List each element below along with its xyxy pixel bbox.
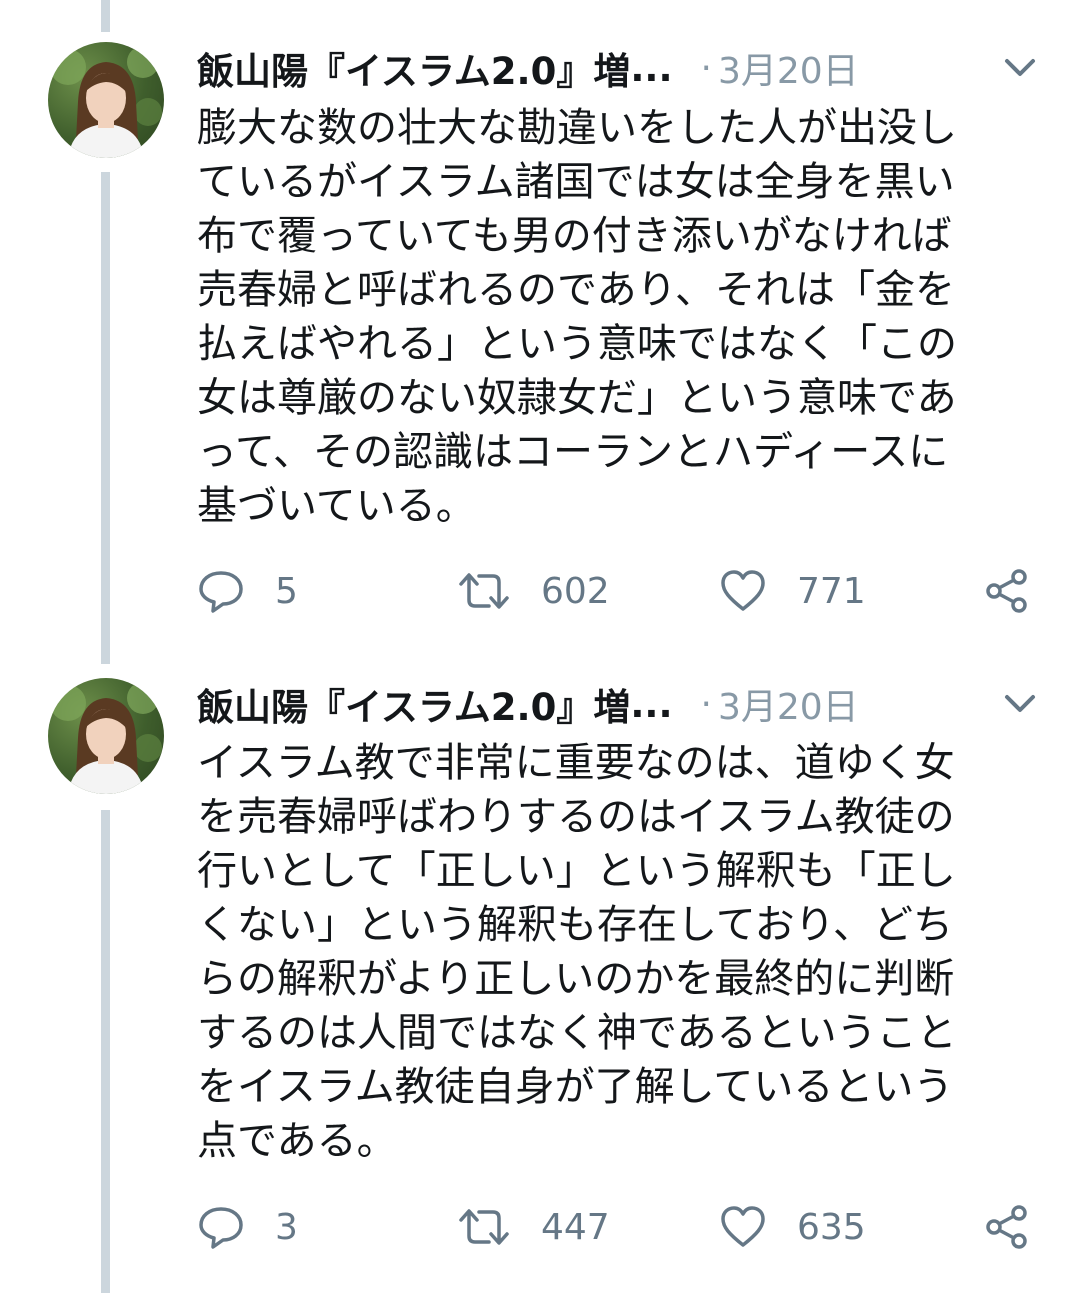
tweet[interactable]: 飯山陽『イスラム2.0』増 ... · 3月20日 膨大な数の壮大な勘違いをした… [0, 0, 1080, 660]
avatar[interactable] [48, 42, 164, 158]
display-name[interactable]: 飯山陽『イスラム2.0』増 [197, 677, 630, 731]
retweet-icon [459, 1209, 509, 1245]
chevron-down-icon[interactable] [1000, 688, 1040, 720]
tweet-text-line: 点である。 [197, 1118, 397, 1164]
tweet-text: イスラム教で非常に重要なのは、道ゆく女 を売春婦呼ばわりするのはイスラム教徒の … [197, 736, 997, 1168]
timestamp[interactable]: 3月20日 [718, 42, 859, 94]
like-count: 635 [797, 1206, 866, 1248]
retweet-icon [459, 573, 509, 609]
tweet-text-line: 行いとして「正しい」という解釈も「正し [197, 848, 956, 894]
tweet-text: 膨大な数の壮大な勘違いをした人が出没し ているがイスラム諸国では女は全身を黒い … [197, 101, 997, 533]
share-icon [986, 569, 1027, 613]
share-icon [986, 1205, 1027, 1249]
avatar-photo [50, 682, 162, 794]
reply-count: 3 [275, 1206, 298, 1248]
reply-icon [199, 571, 243, 613]
tweet-text-line: を売春婦呼ばわりするのはイスラム教徒の [197, 794, 955, 840]
timestamp[interactable]: 3月20日 [718, 678, 859, 730]
like-count: 771 [797, 570, 866, 612]
like-button[interactable]: 771 [719, 566, 866, 616]
like-button[interactable]: 635 [719, 1202, 866, 1252]
tweet-text-line: 女は尊厳のない奴隷女だ」という意味であ [197, 375, 957, 421]
chevron-down-icon[interactable] [1000, 52, 1040, 84]
separator-dot: · [700, 47, 712, 89]
avatar[interactable] [48, 678, 164, 794]
name-ellipsis: ... [630, 46, 673, 90]
tweet-text-line: 払えばやれる」という意味ではなく「この [197, 321, 957, 367]
share-button[interactable] [985, 566, 1029, 616]
tweet-text-line: 売春婦と呼ばれるのであり、それは「金を [197, 267, 955, 313]
tweet-text-line: するのは人間ではなく神であるということ [197, 1010, 957, 1056]
reply-icon [199, 1207, 243, 1249]
tweet-actions: 5 602 771 [197, 566, 1037, 616]
avatar-photo [50, 46, 162, 158]
retweet-button[interactable]: 602 [457, 566, 610, 616]
tweet-text-line: って、その認識はコーランとハディースに [197, 429, 949, 475]
tweet-text-line: 基づいている。 [197, 483, 476, 529]
tweet-actions: 3 447 635 [197, 1202, 1037, 1252]
tweet-text-line: をイスラム教徒自身が了解しているという [197, 1064, 954, 1110]
display-name[interactable]: 飯山陽『イスラム2.0』増 [197, 41, 630, 95]
tweet-text-line: 膨大な数の壮大な勘違いをした人が出没し [197, 105, 957, 151]
name-ellipsis: ... [630, 682, 673, 726]
share-button[interactable] [985, 1202, 1029, 1252]
tweet-header: 飯山陽『イスラム2.0』増 ... · 3月20日 [197, 674, 1040, 734]
reply-button[interactable]: 3 [197, 1202, 298, 1252]
separator-dot: · [700, 683, 712, 725]
tweet-text-line: イスラム教で非常に重要なのは、道ゆく女 [197, 740, 955, 786]
heart-icon [721, 1206, 765, 1247]
reply-count: 5 [275, 570, 298, 612]
reply-button[interactable]: 5 [197, 566, 298, 616]
tweet-header: 飯山陽『イスラム2.0』増 ... · 3月20日 [197, 38, 1040, 98]
tweet-text-line: くない」という解釈も存在しており、どち [197, 902, 953, 948]
retweet-count: 602 [541, 570, 610, 612]
heart-icon [721, 570, 765, 611]
tweet[interactable]: 飯山陽『イスラム2.0』増 ... · 3月20日 イスラム教で非常に重要なのは… [0, 660, 1080, 1293]
retweet-count: 447 [541, 1206, 610, 1248]
tweet-text-line: らの解釈がより正しいのかを最終的に判断 [197, 956, 955, 1002]
tweet-text-line: ているがイスラム諸国では女は全身を黒い [197, 159, 955, 205]
tweet-text-line: 布で覆っていても男の付き添いがなければ [197, 213, 952, 259]
retweet-button[interactable]: 447 [457, 1202, 610, 1252]
